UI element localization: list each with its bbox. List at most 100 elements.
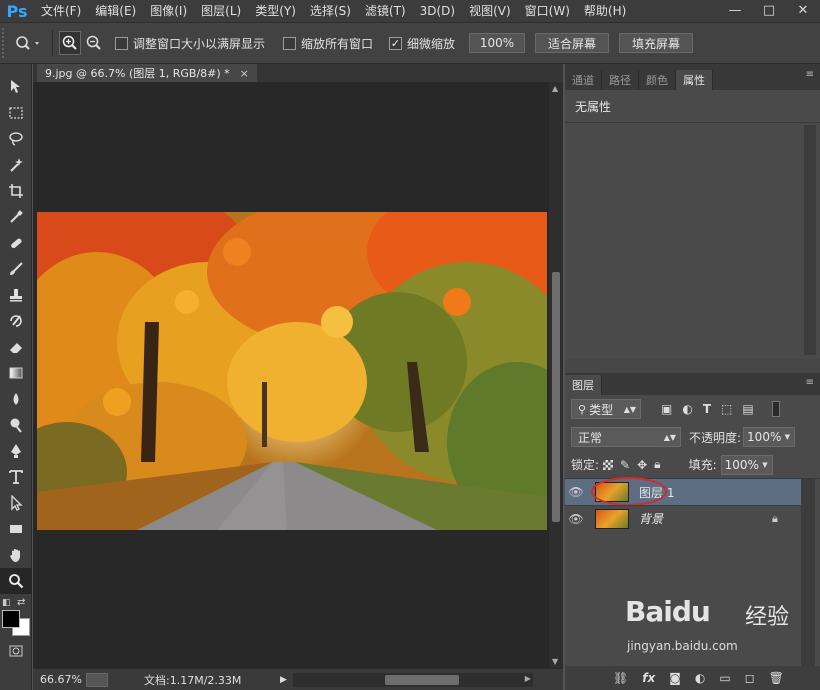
zoom-all-checkbox[interactable] (283, 36, 297, 50)
menu-type[interactable]: 类型(Y) (248, 0, 303, 22)
menu-window[interactable]: 窗口(W) (518, 0, 577, 22)
vertical-scroll-thumb[interactable] (552, 272, 560, 522)
menu-view[interactable]: 视图(V) (462, 0, 518, 22)
lasso-tool-icon[interactable] (0, 126, 32, 152)
quick-mask-icon[interactable] (0, 638, 32, 664)
opacity-arrow-icon[interactable]: ▼ (785, 433, 790, 441)
status-menu-arrow-icon[interactable]: ▶ (280, 675, 287, 685)
layers-panel-menu-icon[interactable]: ≡ (806, 377, 814, 388)
scroll-up-icon[interactable]: ▲ (552, 84, 558, 93)
fill-input[interactable]: 100% ▼ (720, 454, 773, 475)
rectangle-tool-icon[interactable] (0, 516, 32, 542)
layer-row-background[interactable]: 👁︎ 背景 🔒︎ (565, 505, 801, 531)
zoom-preset-icon[interactable] (10, 31, 46, 55)
close-tab-icon[interactable]: × (240, 67, 249, 80)
default-colors-icon[interactable]: ◧ (2, 598, 11, 608)
document-tab[interactable]: 9.jpg @ 66.7% (图层 1, RGB/8#) * × (37, 64, 257, 82)
crop-tool-icon[interactable] (0, 178, 32, 204)
vertical-scrollbar[interactable]: ▲ ▼ (549, 82, 563, 668)
filter-smart-object-icon[interactable]: ▤ (742, 402, 753, 416)
fill-arrow-icon[interactable]: ▼ (762, 461, 767, 469)
lock-transparent-pixels-icon[interactable] (603, 459, 614, 470)
fit-screen-button[interactable]: 适合屏幕 (535, 33, 610, 53)
zoom-100-button[interactable]: 100% (469, 33, 526, 53)
adjustment-layer-icon[interactable]: ◐ (695, 671, 705, 685)
swap-colors-icon[interactable]: ⇄ (17, 597, 25, 608)
new-group-icon[interactable]: ▭ (719, 671, 730, 685)
foreground-color-swatch[interactable] (2, 610, 20, 628)
zoom-tool-icon[interactable] (0, 568, 32, 594)
scrubby-zoom-checkbox[interactable]: ✓ (389, 36, 403, 50)
tab-properties[interactable]: 属性 (676, 70, 713, 90)
filter-adjustment-icon[interactable]: ◐ (682, 402, 692, 416)
scrubby-zoom-option[interactable]: ✓ 细微缩放 (389, 35, 455, 52)
horizontal-scroll-thumb[interactable] (384, 674, 459, 685)
gradient-tool-icon[interactable] (0, 360, 32, 386)
dodge-tool-icon[interactable] (0, 412, 32, 438)
properties-scrollbar[interactable] (804, 125, 816, 355)
new-layer-icon[interactable]: ◻ (745, 671, 755, 685)
layer-style-icon[interactable]: fx (642, 671, 655, 685)
horizontal-scrollbar[interactable]: ▶ (292, 672, 533, 687)
layer-filter-dropdown[interactable]: ⚲ 类型 ▲▼ (571, 399, 641, 419)
menu-layer[interactable]: 图层(L) (194, 0, 248, 22)
move-tool-icon[interactable] (0, 74, 32, 100)
resize-windows-option[interactable]: 调整窗口大小以满屏显示 (115, 35, 265, 52)
menu-image[interactable]: 图像(I) (143, 0, 194, 22)
link-layers-icon[interactable]: ⛓ (613, 671, 628, 685)
menu-edit[interactable]: 编辑(E) (88, 0, 143, 22)
status-options-icon[interactable] (86, 672, 108, 687)
lock-position-icon[interactable]: ✥ (637, 458, 647, 472)
brush-tool-icon[interactable] (0, 256, 32, 282)
menu-help[interactable]: 帮助(H) (577, 0, 633, 22)
zoom-all-option[interactable]: 缩放所有窗口 (283, 35, 373, 52)
layer-row-layer1[interactable]: 👁︎ 图层 1 (565, 477, 801, 506)
zoom-in-icon[interactable] (59, 31, 81, 55)
menu-file[interactable]: 文件(F) (34, 0, 88, 22)
panel-menu-icon[interactable]: ≡ (806, 69, 814, 80)
eraser-tool-icon[interactable] (0, 334, 32, 360)
history-brush-tool-icon[interactable] (0, 308, 32, 334)
clone-stamp-tool-icon[interactable] (0, 282, 32, 308)
zoom-out-icon[interactable] (83, 31, 105, 55)
blend-mode-dropdown[interactable]: 正常 ▲▼ (571, 427, 681, 447)
tab-layers[interactable]: 图层 (565, 375, 602, 395)
filter-toggle-switch[interactable] (771, 401, 780, 417)
visibility-eye-icon[interactable]: 👁︎ (565, 479, 587, 505)
zoom-level[interactable]: 66.67% (40, 673, 82, 686)
filter-shape-icon[interactable]: ⬚ (721, 402, 732, 416)
scroll-down-icon[interactable]: ▼ (552, 657, 558, 666)
layer-name[interactable]: 背景 (639, 510, 663, 527)
tab-paths[interactable]: 路径 (602, 70, 639, 90)
add-mask-icon[interactable]: ◙ (669, 671, 681, 685)
type-tool-icon[interactable] (0, 464, 32, 490)
filter-type-icon[interactable]: T (703, 402, 711, 416)
restore-button[interactable]: □ (752, 0, 786, 20)
canvas-image[interactable] (37, 212, 547, 530)
menu-3d[interactable]: 3D(D) (413, 0, 462, 22)
magic-wand-tool-icon[interactable] (0, 152, 32, 178)
lock-image-pixels-icon[interactable]: ✎ (620, 458, 630, 472)
scroll-right-icon[interactable]: ▶ (525, 674, 531, 683)
close-window-button[interactable]: ✕ (786, 0, 820, 20)
visibility-eye-icon[interactable]: 👁︎ (565, 506, 587, 532)
path-selection-tool-icon[interactable] (0, 490, 32, 516)
fill-screen-button[interactable]: 填充屏幕 (619, 33, 694, 53)
opacity-input[interactable]: 100% ▼ (743, 427, 796, 447)
eyedropper-tool-icon[interactable] (0, 204, 32, 230)
layers-scrollbar[interactable] (801, 479, 815, 690)
menu-filter[interactable]: 滤镜(T) (358, 0, 413, 22)
tab-channels[interactable]: 通道 (565, 70, 602, 90)
healing-brush-tool-icon[interactable] (0, 230, 32, 256)
blur-tool-icon[interactable] (0, 386, 32, 412)
hand-tool-icon[interactable] (0, 542, 32, 568)
marquee-tool-icon[interactable] (0, 100, 32, 126)
menu-select[interactable]: 选择(S) (303, 0, 358, 22)
filter-pixel-icon[interactable]: ▣ (661, 402, 672, 416)
resize-windows-checkbox[interactable] (115, 36, 128, 50)
tab-color[interactable]: 颜色 (639, 70, 676, 90)
lock-all-icon[interactable]: 🔒︎ (654, 457, 660, 472)
pen-tool-icon[interactable] (0, 438, 32, 464)
delete-layer-icon[interactable]: 🗑︎ (769, 671, 784, 685)
minimize-button[interactable]: — (718, 0, 752, 20)
